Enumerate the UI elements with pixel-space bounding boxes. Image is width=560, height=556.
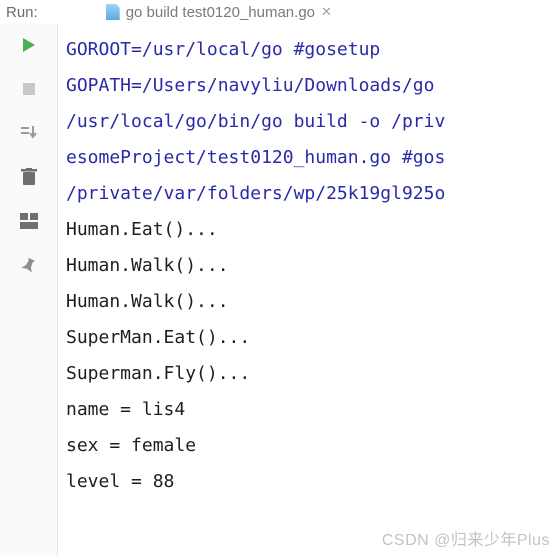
watermark: CSDN @归来少年Plus xyxy=(382,526,550,550)
tool-gutter xyxy=(0,24,58,556)
go-file-icon xyxy=(106,4,120,20)
console-line: GOROOT=/usr/local/go #gosetup xyxy=(66,32,560,68)
console-line: SuperMan.Eat()... xyxy=(66,320,560,356)
top-bar: Run: go build test0120_human.go ✕ xyxy=(0,0,560,24)
console-line: Human.Walk()... xyxy=(66,248,560,284)
console-line: name = lis4 xyxy=(66,392,560,428)
console-line: Human.Eat()... xyxy=(66,212,560,248)
tab-label: go build test0120_human.go xyxy=(126,4,315,21)
main-area: GOROOT=/usr/local/go #gosetupGOPATH=/Use… xyxy=(0,24,560,556)
console-line: Human.Walk()... xyxy=(66,284,560,320)
console-line: sex = female xyxy=(66,428,560,464)
run-label: Run: xyxy=(6,4,38,21)
step-down-icon[interactable] xyxy=(18,122,40,144)
console-line: GOPATH=/Users/navyliu/Downloads/go xyxy=(66,68,560,104)
run-icon[interactable] xyxy=(18,34,40,56)
run-tab[interactable]: go build test0120_human.go ✕ xyxy=(106,4,332,21)
console-line: Superman.Fly()... xyxy=(66,356,560,392)
layout-icon[interactable] xyxy=(18,210,40,232)
pin-icon[interactable] xyxy=(18,254,40,276)
stop-icon[interactable] xyxy=(18,78,40,100)
close-icon[interactable]: ✕ xyxy=(321,4,332,20)
console-line: level = 88 xyxy=(66,464,560,500)
trash-icon[interactable] xyxy=(18,166,40,188)
console-line: /private/var/folders/wp/25k19gl925o xyxy=(66,176,560,212)
console-output[interactable]: GOROOT=/usr/local/go #gosetupGOPATH=/Use… xyxy=(58,24,560,556)
console-line: esomeProject/test0120_human.go #gos xyxy=(66,140,560,176)
console-line: /usr/local/go/bin/go build -o /priv xyxy=(66,104,560,140)
